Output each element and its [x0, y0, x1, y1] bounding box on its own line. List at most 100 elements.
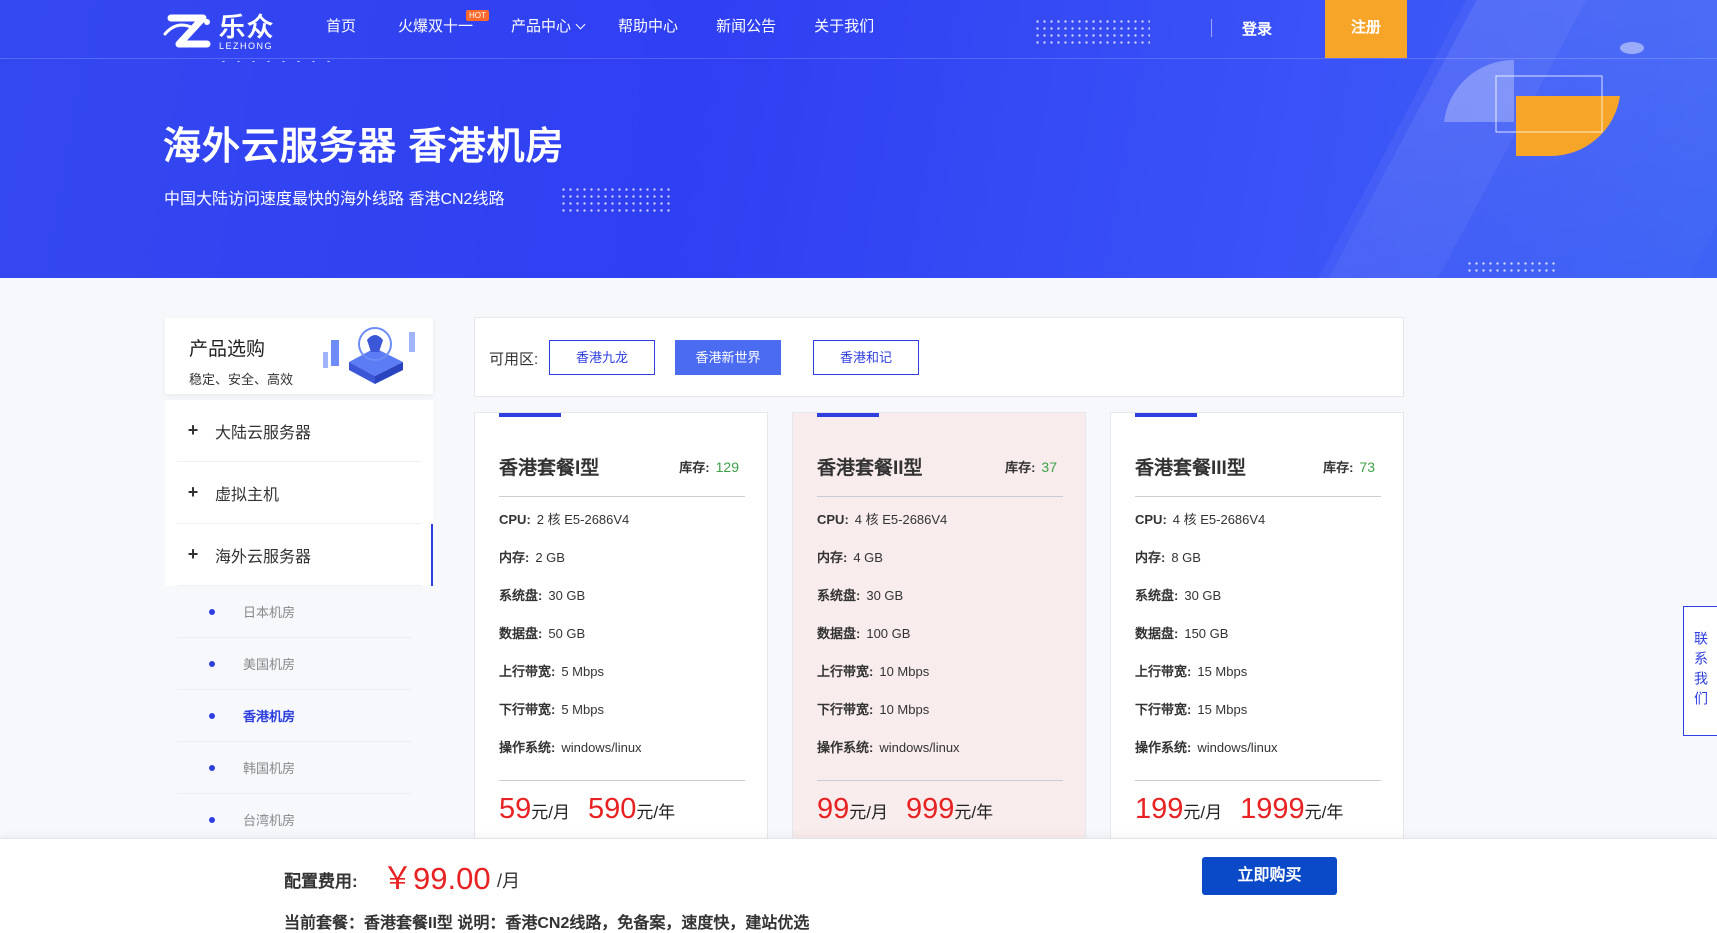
spec-value: windows/linux	[561, 740, 642, 755]
sidebar-subitem-label: 韩国机房	[243, 761, 296, 776]
sidebar-subitem-hongkong[interactable]: 香港机房	[177, 690, 411, 742]
spec-key: CPU:	[1135, 512, 1167, 527]
zone-label: 可用区:	[489, 351, 539, 368]
spec-key: 下行带宽:	[1135, 702, 1192, 717]
spec-row: 内存: 2 GB	[499, 547, 565, 566]
nav-item-news[interactable]: 新闻公告	[716, 16, 776, 38]
plan-price: 199元/月 1999元/年	[1135, 793, 1361, 826]
stock-label: 库存:	[679, 460, 710, 475]
plan-card[interactable]: 香港套餐III型 库存: 73 CPU: 4 核 E5-2686V4 内存: 8 GB…	[1110, 412, 1404, 842]
zone-option-hutchison[interactable]: 香港和记	[813, 340, 919, 375]
spec-row: CPU: 4 核 E5-2686V4	[1135, 509, 1265, 528]
nav-item-label: 新闻公告	[716, 18, 777, 35]
price-year: 1999	[1240, 793, 1305, 825]
logo-name-cn: 乐众	[219, 12, 276, 42]
dots-decor	[560, 186, 672, 214]
login-link[interactable]: 登录	[1242, 18, 1272, 39]
hero-illustration	[1444, 59, 1620, 157]
price-month-unit: 元/月	[531, 803, 570, 822]
sidebar-item-overseas-cloud[interactable]: + 海外云服务器	[177, 524, 433, 586]
price-month-unit: 元/月	[1183, 803, 1223, 822]
sidebar-subitem-japan[interactable]: 日本机房	[177, 586, 411, 638]
nav-item-home[interactable]: 首页	[326, 16, 356, 38]
logo[interactable]: 乐众 LEZHONG	[163, 10, 275, 54]
spec-value: 15 Mbps	[1197, 702, 1248, 717]
divider	[1135, 496, 1381, 497]
price-month: 199	[1135, 793, 1184, 825]
spec-row: 下行带宽: 10 Mbps	[817, 699, 929, 718]
spec-value: 4 核 E5-2686V4	[854, 512, 948, 527]
logo-text: 乐众 LEZHONG	[219, 13, 275, 51]
sidebar-subitem-label: 香港机房	[243, 709, 296, 724]
spec-row: 上行带宽: 10 Mbps	[817, 661, 929, 680]
nav-item-products[interactable]: 产品中心	[511, 16, 586, 38]
bullet-icon	[209, 764, 215, 771]
chevron-down-icon	[575, 19, 586, 30]
hero-banner: 乐众 LEZHONG 首页 火爆双十一 HOT 产品中心 帮助中心 新闻公告 关…	[0, 0, 1717, 278]
spec-row: 上行带宽: 5 Mbps	[499, 661, 604, 680]
spec-key: 上行带宽:	[1135, 664, 1192, 679]
sidebar-title: 产品选购	[189, 339, 266, 360]
spec-value: 8 GB	[1171, 550, 1201, 565]
spec-key: CPU:	[499, 512, 531, 527]
sidebar-subitem-label: 日本机房	[243, 605, 296, 620]
spec-value: 150 GB	[1184, 626, 1229, 641]
spec-row: 操作系统: windows/linux	[817, 737, 960, 756]
spec-value: 4 GB	[853, 550, 883, 565]
nav-item-label: 关于我们	[814, 18, 875, 35]
plan-name: 香港套餐I型	[499, 458, 600, 479]
nav-item-label: 产品中心	[511, 18, 572, 35]
sidebar-subitem-korea[interactable]: 韩国机房	[177, 742, 411, 794]
dots-decor	[1466, 260, 1556, 274]
spec-value: 5 Mbps	[561, 702, 604, 717]
stock-count: 129	[715, 459, 739, 475]
spec-value: 5 Mbps	[561, 664, 604, 679]
card-accent	[817, 413, 879, 417]
nav-item-help[interactable]: 帮助中心	[618, 16, 678, 38]
spec-key: 系统盘:	[817, 588, 861, 603]
spec-value: 2 GB	[535, 550, 565, 565]
plan-card[interactable]: 香港套餐I型 库存: 129 CPU: 2 核 E5-2686V4 内存: 2 GB …	[474, 412, 768, 842]
spec-key: 上行带宽:	[817, 664, 874, 679]
spec-row: 内存: 4 GB	[817, 547, 883, 566]
sidebar-item-label: 虚拟主机	[215, 486, 280, 504]
spec-key: 操作系统:	[1135, 740, 1192, 755]
spec-key: 上行带宽:	[499, 664, 556, 679]
nav-item-about[interactable]: 关于我们	[814, 16, 874, 38]
zone-option-kowloon[interactable]: 香港九龙	[549, 340, 655, 375]
divider	[1135, 780, 1381, 781]
cost-label: 配置费用:	[284, 872, 358, 891]
spec-value: windows/linux	[879, 740, 960, 755]
spec-key: 系统盘:	[499, 588, 543, 603]
buy-now-button[interactable]: 立即购买	[1202, 857, 1337, 895]
nav-item-double11[interactable]: 火爆双十一 HOT	[398, 10, 489, 38]
price-year-unit: 元/年	[1304, 803, 1344, 822]
register-button[interactable]: 注册	[1325, 0, 1407, 58]
bullet-icon	[209, 712, 215, 719]
contact-us-tab[interactable]: 联系我们	[1683, 606, 1717, 736]
plus-icon: +	[187, 544, 199, 564]
logo-name-en: LEZHONG	[219, 41, 274, 51]
price-year: 999	[906, 793, 955, 825]
spec-value: 10 Mbps	[879, 664, 930, 679]
spec-value: 2 核 E5-2686V4	[536, 512, 630, 527]
current-plan-text: 当前套餐：香港套餐II型 说明：香港CN2线路，免备案，速度快，建站优选	[284, 915, 810, 932]
spec-value: 4 核 E5-2686V4	[1172, 512, 1266, 527]
sidebar-submenu: 日本机房 美国机房 香港机房 韩国机房 台湾机房	[165, 586, 433, 846]
spec-key: 数据盘:	[817, 626, 861, 641]
sidebar-item-mainland-cloud[interactable]: + 大陆云服务器	[177, 400, 421, 462]
spec-row: CPU: 4 核 E5-2686V4	[817, 509, 947, 528]
spec-row: 上行带宽: 15 Mbps	[1135, 661, 1247, 680]
stock-info: 库存: 37	[1005, 457, 1057, 476]
product-sidebar: 产品选购 稳定、安全、高效 + 大陆云服务器 + 虚拟主机 + 海外云服务器 日…	[165, 318, 433, 846]
sidebar-subitem-usa[interactable]: 美国机房	[177, 638, 411, 690]
price-month: 99	[817, 793, 850, 825]
decor-dot	[1620, 42, 1644, 54]
stock-info: 库存: 73	[1323, 457, 1375, 476]
sidebar-item-virtual-host[interactable]: + 虚拟主机	[177, 462, 421, 524]
spec-key: 内存:	[1135, 550, 1166, 565]
divider	[817, 496, 1063, 497]
spec-key: 下行带宽:	[499, 702, 556, 717]
zone-option-new-world[interactable]: 香港新世界	[675, 340, 781, 375]
plan-card-selected[interactable]: 香港套餐II型 库存: 37 CPU: 4 核 E5-2686V4 内存: 4 GB …	[792, 412, 1086, 842]
